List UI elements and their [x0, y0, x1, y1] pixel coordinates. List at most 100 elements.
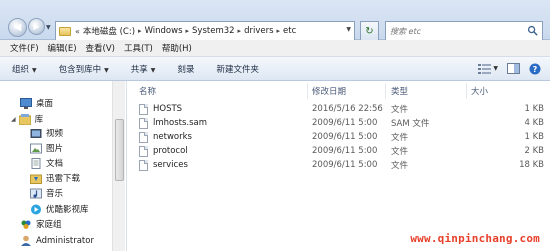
file-date: 2009/6/11 5:00: [312, 118, 378, 128]
desktop-icon: [20, 97, 32, 109]
chevron-down-icon: ▼: [104, 66, 109, 74]
column-header-name[interactable]: 名称: [139, 83, 299, 99]
file-size: 2 KB: [524, 146, 544, 156]
menu-file[interactable]: 文件(F): [10, 42, 39, 54]
view-list-icon: [477, 64, 491, 74]
menu-help[interactable]: 帮助(H): [162, 42, 192, 54]
nav-item-video[interactable]: 视频: [30, 127, 63, 139]
file-date: 2016/5/16 22:56: [312, 104, 383, 114]
breadcrumb-item[interactable]: etc: [283, 26, 296, 36]
file-icon: [139, 103, 148, 115]
download-folder-icon: [30, 174, 42, 184]
menu-tools[interactable]: 工具(T): [124, 42, 153, 54]
nav-scrollbar[interactable]: [112, 81, 125, 251]
file-icon: [139, 145, 148, 157]
nav-item-homegroup[interactable]: 家庭组: [20, 218, 62, 230]
back-arrow-icon: ◀: [13, 22, 22, 33]
breadcrumb-item[interactable]: Windows: [145, 26, 183, 36]
change-view-button[interactable]: [477, 62, 491, 75]
column-divider[interactable]: [466, 83, 467, 99]
address-dropdown-icon[interactable]: ▼: [346, 26, 351, 33]
back-button[interactable]: ◀: [8, 18, 27, 37]
breadcrumb-item[interactable]: 本地磁盘 (C:): [83, 25, 135, 37]
nav-item-label: Administrator: [36, 235, 94, 246]
share-button[interactable]: 共享 ▼: [131, 63, 156, 75]
file-type: 文件: [391, 105, 409, 115]
breadcrumb-overflow[interactable]: «: [75, 27, 80, 36]
organize-label: 组织: [12, 64, 30, 75]
column-header-label: 类型: [391, 87, 409, 97]
breadcrumb-item[interactable]: drivers: [244, 26, 273, 36]
homegroup-icon: [21, 220, 31, 229]
recent-pages-dropdown-icon[interactable]: ▼: [46, 24, 53, 32]
chevron-down-icon: ▼: [32, 66, 37, 74]
column-divider[interactable]: [307, 83, 308, 99]
file-row[interactable]: HOSTS 2016/5/16 22:56 文件 1 KB: [127, 102, 550, 116]
column-header-type[interactable]: 类型: [391, 83, 466, 99]
file-type: SAM 文件: [391, 119, 430, 129]
navigation-pane: 桌面 ◢ 库 视频 图片 文档 迅雷下载 音乐 优酷影视库 家庭组 Admini…: [0, 81, 127, 251]
library-icon: [18, 113, 31, 125]
burn-button[interactable]: 刻录: [177, 63, 194, 75]
column-divider[interactable]: [385, 83, 386, 99]
nav-item-user[interactable]: Administrator: [20, 235, 94, 246]
nav-item-label: 优酷影视库: [46, 205, 89, 215]
documents-icon: [31, 157, 41, 169]
refresh-button[interactable]: ↻: [360, 21, 379, 41]
file-size: 18 KB: [519, 160, 544, 170]
search-icon[interactable]: [527, 25, 538, 36]
nav-item-pictures[interactable]: 图片: [30, 142, 63, 154]
nav-item-label: 库: [34, 115, 44, 125]
file-name: services: [153, 160, 188, 170]
column-header-label: 大小: [471, 87, 489, 97]
menu-view[interactable]: 查看(V): [86, 42, 115, 54]
file-size: 1 KB: [524, 132, 544, 142]
nav-item-documents[interactable]: 文档: [30, 157, 63, 169]
chevron-down-icon[interactable]: ▼: [493, 65, 498, 72]
file-icon: [139, 131, 148, 143]
help-button[interactable]: ?: [528, 62, 542, 75]
chevron-down-icon: ▼: [150, 66, 156, 74]
file-row[interactable]: networks 2009/6/11 5:00 文件 1 KB: [127, 130, 550, 144]
nav-item-xunlei-downloads[interactable]: 迅雷下载: [30, 172, 80, 184]
nav-item-desktop[interactable]: 桌面: [20, 97, 53, 109]
column-header-size[interactable]: 大小: [471, 83, 531, 99]
new-folder-button[interactable]: 新建文件夹: [216, 63, 259, 75]
menu-edit[interactable]: 编辑(E): [48, 42, 77, 54]
file-list-view: 名称 修改日期 类型 大小 HOSTS 2016/5/16 22:56 文件 1…: [127, 81, 550, 251]
breadcrumb-item[interactable]: System32: [192, 26, 235, 36]
preview-pane-button[interactable]: [506, 62, 520, 75]
column-header-label: 名称: [139, 87, 157, 97]
nav-scrollbar-thumb[interactable]: [115, 119, 124, 181]
menu-bar: 文件(F) 编辑(E) 查看(V) 工具(T) 帮助(H): [0, 40, 550, 57]
breadcrumb: « 本地磁盘 (C:) ▸ Windows ▸ System32 ▸ drive…: [74, 25, 296, 37]
nav-item-music[interactable]: 音乐: [30, 187, 63, 199]
address-field[interactable]: « 本地磁盘 (C:) ▸ Windows ▸ System32 ▸ drive…: [55, 21, 355, 41]
chevron-right-icon[interactable]: ▸: [138, 27, 142, 35]
watermark: www.qinpinchang.com: [410, 232, 540, 245]
chevron-right-icon[interactable]: ▸: [277, 27, 281, 35]
chevron-right-icon[interactable]: ▸: [238, 27, 242, 35]
preview-pane-icon: [506, 63, 520, 74]
file-row[interactable]: lmhosts.sam 2009/6/11 5:00 SAM 文件 4 KB: [127, 116, 550, 130]
forward-button[interactable]: ▶: [28, 18, 45, 35]
nav-item-youku-library[interactable]: 优酷影视库: [30, 203, 89, 215]
file-row[interactable]: protocol 2009/6/11 5:00 文件 2 KB: [127, 144, 550, 158]
search-input[interactable]: [390, 26, 520, 36]
youku-icon: [31, 204, 41, 214]
view-controls: ▼ ?: [469, 62, 542, 75]
help-icon: ?: [529, 63, 541, 74]
search-box[interactable]: [385, 21, 543, 41]
nav-item-label: 迅雷下载: [46, 174, 81, 184]
file-name: networks: [153, 132, 192, 142]
file-type: 文件: [391, 147, 409, 157]
refresh-icon: ↻: [365, 25, 374, 37]
expand-arrow-icon[interactable]: ◢: [11, 116, 16, 123]
nav-item-library[interactable]: ◢ 库: [11, 113, 43, 125]
file-row[interactable]: services 2009/6/11 5:00 文件 18 KB: [127, 158, 550, 172]
pictures-icon: [30, 143, 42, 153]
organize-button[interactable]: 组织 ▼: [12, 63, 37, 75]
chevron-right-icon[interactable]: ▸: [186, 27, 190, 35]
include-in-library-button[interactable]: 包含到库中 ▼: [59, 63, 109, 75]
column-header-date[interactable]: 修改日期: [312, 83, 387, 99]
